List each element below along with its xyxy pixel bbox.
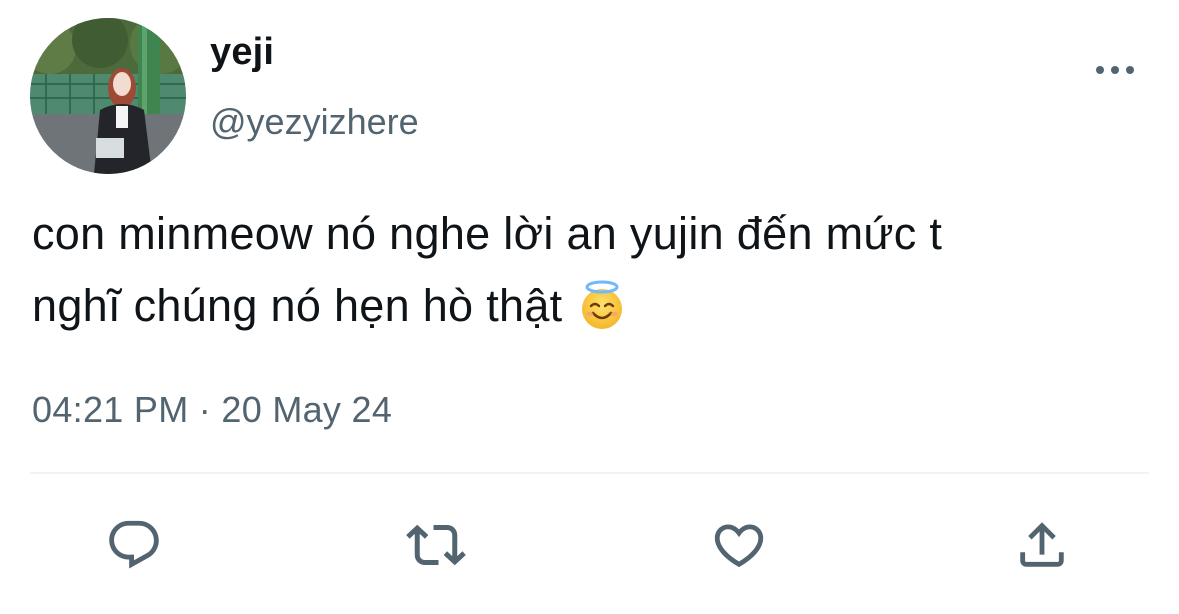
more-button[interactable] (1092, 58, 1138, 82)
profile-photo (30, 18, 186, 174)
share-button[interactable] (1012, 515, 1072, 575)
tweet-text: con minmeow nó nghe lời an yujin đến mức… (32, 198, 1162, 342)
tweet-text-line-2: nghĩ chúng nó hẹn hò thật (32, 270, 1162, 342)
smiling-face-with-halo-icon (576, 279, 628, 331)
avatar[interactable] (30, 18, 186, 174)
tweet-text-line-2-text: nghĩ chúng nó hẹn hò thật (32, 280, 563, 331)
like-button[interactable] (709, 515, 769, 575)
retweet-icon (406, 524, 466, 566)
heart-icon (714, 524, 764, 568)
divider (30, 472, 1149, 474)
reply-button[interactable] (104, 515, 164, 575)
reply-icon (109, 520, 159, 569)
share-icon (1020, 522, 1064, 567)
user-handle[interactable]: @yezyizhere (210, 102, 419, 142)
tweet-timestamp[interactable]: 04:21 PM · 20 May 24 (32, 388, 392, 431)
tweet-text-line-1: con minmeow nó nghe lời an yujin đến mức… (32, 208, 943, 259)
more-horizontal-icon (1096, 66, 1134, 74)
display-name[interactable]: yeji (210, 31, 274, 74)
retweet-button[interactable] (406, 515, 466, 575)
